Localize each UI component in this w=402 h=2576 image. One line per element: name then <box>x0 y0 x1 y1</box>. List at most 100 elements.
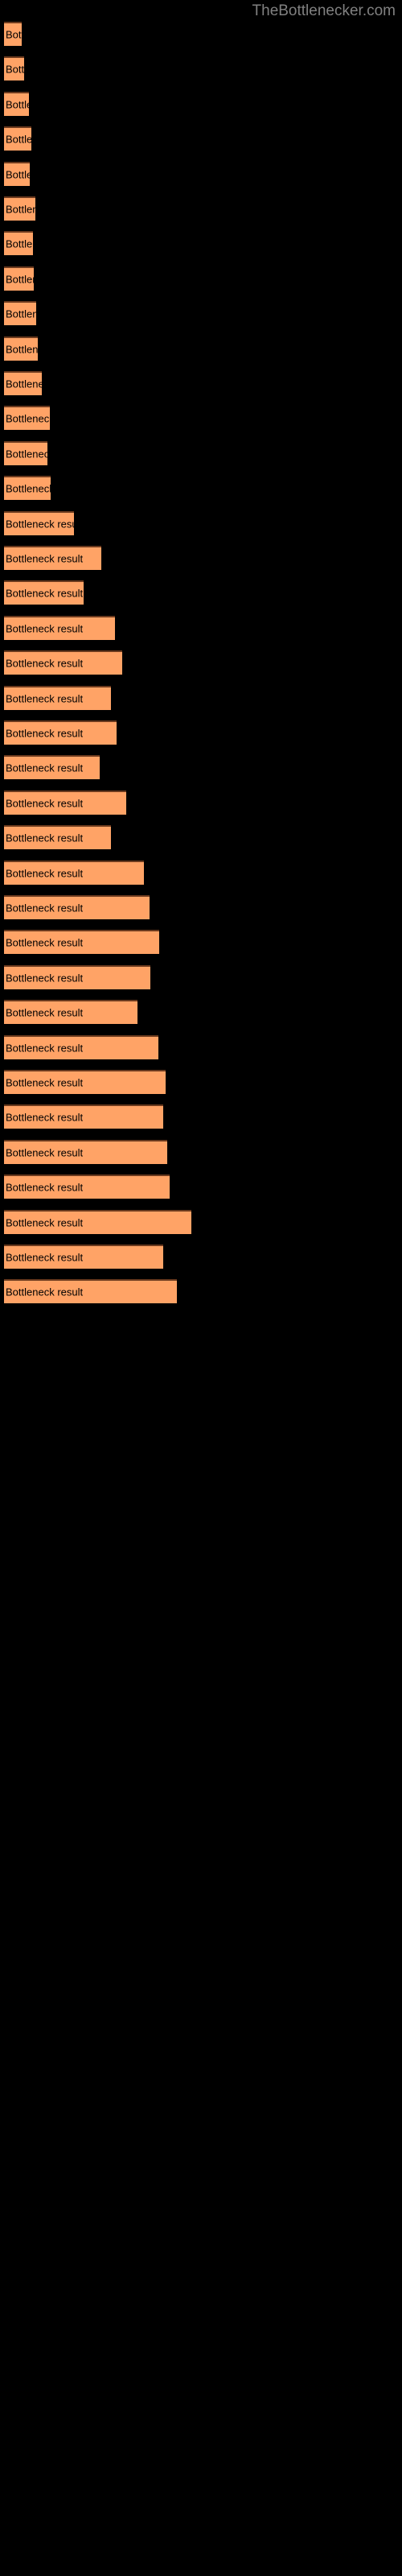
bar-row: Bottleneck result <box>4 476 51 501</box>
bar-label: Bottleneck result <box>6 552 84 565</box>
bar-label: Bottleneck result <box>6 412 50 425</box>
bar-row: Bottleneck result <box>4 650 122 675</box>
bar-label: Bottleneck result <box>6 203 35 216</box>
bar[interactable]: Bottleneck result <box>4 1174 170 1199</box>
bar[interactable]: Bottleneck result <box>4 1245 163 1269</box>
bar-label: Bottleneck result <box>6 587 84 600</box>
bar[interactable]: Bottleneck result <box>4 546 101 570</box>
bar-row: Bottleneck result <box>4 1034 158 1059</box>
bar-label: Bottleneck result <box>6 378 42 390</box>
bar-label: Bottleneck result <box>6 692 84 705</box>
bar-label: Bottleneck result <box>6 448 47 460</box>
bar[interactable]: Bottleneck result <box>4 266 34 291</box>
bar[interactable]: Bottleneck result <box>4 930 159 955</box>
bar[interactable]: Bottleneck result <box>4 196 35 221</box>
bar-row: Bottleneck result <box>4 860 144 885</box>
bar[interactable]: Bottleneck result <box>4 231 33 256</box>
bar[interactable]: Bottleneck result <box>4 720 117 745</box>
bar-row: Bottleneck result <box>4 1104 163 1129</box>
bar-label: Bottleneck result <box>6 1076 84 1089</box>
bar-row: Bottleneck result <box>4 1139 167 1164</box>
bar-label: Bottleneck result <box>6 1251 84 1264</box>
bar[interactable]: Bottleneck result <box>4 1000 137 1025</box>
bar[interactable]: Bottleneck result <box>4 91 29 116</box>
bar-row: Bottleneck result <box>4 720 117 745</box>
bar-label: Bottleneck result <box>6 1146 84 1159</box>
bar[interactable]: Bottleneck result <box>4 510 74 535</box>
bar-label: Bottleneck result <box>6 28 22 41</box>
bar[interactable]: Bottleneck result <box>4 1139 167 1164</box>
bar-row: Bottleneck result <box>4 231 33 256</box>
bar-label: Bottleneck result <box>6 343 38 356</box>
bar-row: Bottleneck result <box>4 930 159 955</box>
bar-row: Bottleneck result <box>4 1000 137 1025</box>
bar-label: Bottleneck result <box>6 1006 84 1019</box>
bar-label: Bottleneck result <box>6 1111 84 1124</box>
bar-row: Bottleneck result <box>4 91 29 116</box>
bar-row: Bottleneck result <box>4 510 74 535</box>
bar-row: Bottleneck result <box>4 1209 191 1234</box>
bar[interactable]: Bottleneck result <box>4 580 84 605</box>
bar-row: Bottleneck result <box>4 685 111 710</box>
bar-row: Bottleneck result <box>4 126 31 151</box>
bar[interactable]: Bottleneck result <box>4 964 150 989</box>
bar-label: Bottleneck result <box>6 1042 84 1055</box>
bar[interactable]: Bottleneck result <box>4 476 51 501</box>
bar-row: Bottleneck result <box>4 1279 177 1304</box>
bar-label: Bottleneck result <box>6 237 33 250</box>
bar[interactable]: Bottleneck result <box>4 615 115 640</box>
bar[interactable]: Bottleneck result <box>4 406 50 431</box>
bar[interactable]: Bottleneck result <box>4 161 30 186</box>
bar[interactable]: Bottleneck result <box>4 1104 163 1129</box>
bar[interactable]: Bottleneck result <box>4 825 111 850</box>
bar-label: Bottleneck result <box>6 657 84 670</box>
bar-row: Bottleneck result <box>4 301 36 326</box>
bar-label: Bottleneck result <box>6 972 84 985</box>
bar-row: Bottleneck result <box>4 266 34 291</box>
bar-row: Bottleneck result <box>4 790 126 815</box>
bar[interactable]: Bottleneck result <box>4 301 36 326</box>
bar-label: Bottleneck result <box>6 797 84 810</box>
bar-label: Bottleneck result <box>6 1286 84 1298</box>
bar[interactable]: Bottleneck result <box>4 336 38 361</box>
bar-chart-plot-area: Bottleneck result Bottleneck result Bottle… <box>0 0 402 2576</box>
bar-label: Bottleneck result <box>6 482 51 495</box>
bar[interactable]: Bottleneck result <box>4 1070 166 1094</box>
bar[interactable]: Bottleneck result <box>4 1279 177 1304</box>
bar[interactable]: Bottleneck result <box>4 860 144 885</box>
bar-label: Bottleneck result <box>6 936 84 949</box>
bar-row: Bottleneck result <box>4 336 38 361</box>
bar-label: Bottleneck result <box>6 1181 84 1194</box>
bar[interactable]: Bottleneck result <box>4 126 31 151</box>
bar[interactable]: Bottleneck result <box>4 685 111 710</box>
bar[interactable]: Bottleneck result <box>4 755 100 780</box>
bar-row: Bottleneck result <box>4 755 100 780</box>
bar-row: Bottleneck result <box>4 22 22 46</box>
bar-label: Bottleneck result <box>6 63 24 76</box>
bar-label: Bottleneck result <box>6 133 31 146</box>
bar-label: Bottleneck result <box>6 832 84 844</box>
bar-row: Bottleneck result <box>4 1245 163 1269</box>
bar[interactable]: Bottleneck result <box>4 1209 191 1234</box>
bar-row: Bottleneck result <box>4 161 30 186</box>
bar-row: Bottleneck result <box>4 580 84 605</box>
bar-label: Bottleneck result <box>6 867 84 880</box>
bar[interactable]: Bottleneck result <box>4 895 150 919</box>
bar-row: Bottleneck result <box>4 895 150 919</box>
bar-row: Bottleneck result <box>4 196 35 221</box>
bar-row: Bottleneck result <box>4 546 101 570</box>
bar-label: Bottleneck result <box>6 902 84 914</box>
bar[interactable]: Bottleneck result <box>4 371 42 395</box>
bar[interactable]: Bottleneck result <box>4 22 22 46</box>
bar[interactable]: Bottleneck result <box>4 650 122 675</box>
bar[interactable]: Bottleneck result <box>4 56 24 81</box>
bar[interactable]: Bottleneck result <box>4 1034 158 1059</box>
bar-row: Bottleneck result <box>4 1070 166 1094</box>
bar[interactable]: Bottleneck result <box>4 790 126 815</box>
bar-row: Bottleneck result <box>4 615 115 640</box>
bar[interactable]: Bottleneck result <box>4 440 47 465</box>
bar-label: Bottleneck result <box>6 168 30 181</box>
bar-row: Bottleneck result <box>4 825 111 850</box>
bar-label: Bottleneck result <box>6 622 84 635</box>
chart-page: TheBottlenecker.com Bottleneck resultBot… <box>0 0 402 2576</box>
